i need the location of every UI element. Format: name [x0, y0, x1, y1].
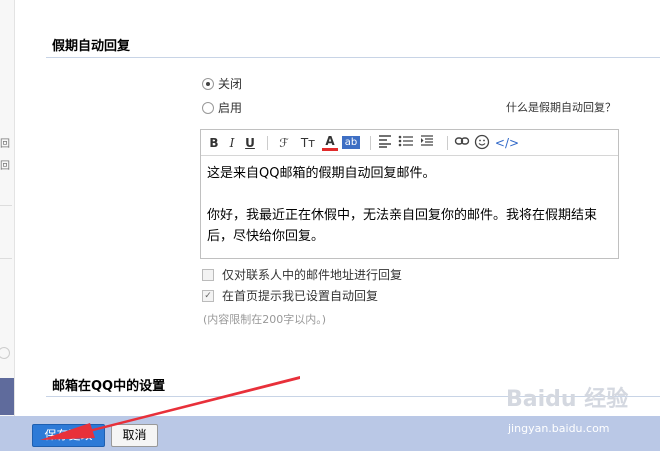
- annotation-arrow-icon: [40, 376, 300, 440]
